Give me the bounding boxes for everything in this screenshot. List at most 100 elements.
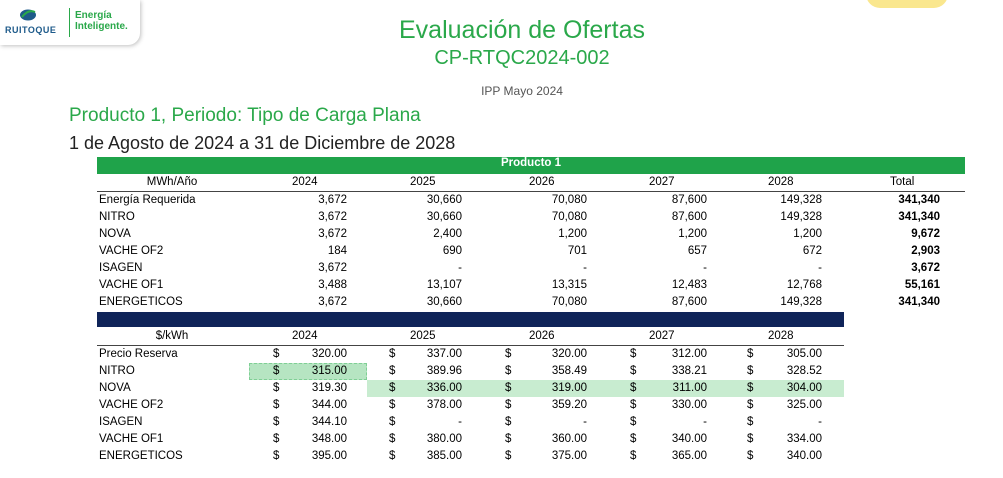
price-value: 330.00 xyxy=(671,399,707,411)
section-divider-bar xyxy=(97,312,844,327)
energy-row: ENERGETICOS 3,672 30,660 70,080 87,600 1… xyxy=(97,294,965,311)
price-year-header: 2024 xyxy=(292,330,318,342)
price-row: ENERGETICOS $ 395.00 $ 385.00 $ 375.00 $… xyxy=(97,448,844,465)
price-value: - xyxy=(703,416,707,428)
price-row: NOVA $ 319.30 $ 336.00 $ 319.00 $ 311.00… xyxy=(97,380,844,397)
energy-value: 701 xyxy=(567,245,587,257)
currency-symbol: $ xyxy=(630,365,637,377)
energy-value: 30,660 xyxy=(426,296,462,308)
row-label: ISAGEN xyxy=(99,262,143,274)
energy-value: 70,080 xyxy=(551,194,587,206)
price-year-header: 2026 xyxy=(529,330,555,342)
energy-total: 341,340 xyxy=(898,194,940,206)
currency-symbol: $ xyxy=(273,365,280,377)
currency-symbol: $ xyxy=(505,399,512,411)
energy-total-header: Total xyxy=(890,176,915,188)
currency-symbol: $ xyxy=(747,399,754,411)
currency-symbol: $ xyxy=(747,365,754,377)
currency-symbol: $ xyxy=(630,433,637,445)
currency-symbol: $ xyxy=(505,382,512,394)
currency-symbol: $ xyxy=(505,450,512,462)
price-value: 340.00 xyxy=(671,433,707,445)
energy-value: 30,660 xyxy=(426,211,462,223)
price-year-header: 2025 xyxy=(410,330,436,342)
energy-value: 70,080 xyxy=(551,296,587,308)
energy-value: 3,672 xyxy=(318,194,347,206)
row-label: NITRO xyxy=(99,365,135,377)
row-label: NOVA xyxy=(99,228,131,240)
price-row: NITRO $ 315.00 $ 389.96 $ 358.49 $ 338.2… xyxy=(97,363,844,380)
energy-unit-header: MWh/Año xyxy=(146,176,198,188)
price-row: VACHE OF2 $ 344.00 $ 378.00 $ 359.20 $ 3… xyxy=(97,397,844,414)
energy-value: 3,672 xyxy=(318,296,347,308)
energy-value: 70,080 xyxy=(551,211,587,223)
price-value: 328.52 xyxy=(786,365,822,377)
energy-value: - xyxy=(703,262,707,274)
currency-symbol: $ xyxy=(389,416,396,428)
energy-value: 3,672 xyxy=(318,211,347,223)
price-value: 312.00 xyxy=(671,348,707,360)
currency-symbol: $ xyxy=(747,433,754,445)
currency-symbol: $ xyxy=(505,348,512,360)
energy-table: Producto 1 MWh/Año 2024 2025 2026 2027 2… xyxy=(97,157,965,311)
row-label: VACHE OF1 xyxy=(99,279,164,291)
row-label: VACHE OF1 xyxy=(99,433,164,445)
price-table: $/kWh 2024 2025 2026 2027 2028 Precio Re… xyxy=(97,328,844,465)
energy-year-header: 2025 xyxy=(410,176,436,188)
price-value: 340.00 xyxy=(786,450,822,462)
price-year-header: 2028 xyxy=(768,330,794,342)
price-value: 385.00 xyxy=(426,450,462,462)
energy-total: 341,340 xyxy=(898,211,940,223)
energy-value: 1,200 xyxy=(678,228,707,240)
currency-symbol: $ xyxy=(389,365,396,377)
row-label: ENERGETICOS xyxy=(99,296,183,308)
price-row: VACHE OF1 $ 348.00 $ 380.00 $ 360.00 $ 3… xyxy=(97,431,844,448)
price-value: 358.49 xyxy=(551,365,587,377)
date-range: 1 de Agosto de 2024 a 31 de Diciembre de… xyxy=(69,133,456,153)
energy-value: - xyxy=(583,262,587,274)
energy-row: ISAGEN 3,672 - - - - 3,672 xyxy=(97,260,965,277)
price-year-header: 2027 xyxy=(649,330,675,342)
price-value: 338.21 xyxy=(671,365,707,377)
energy-value: 12,768 xyxy=(786,279,822,291)
energy-value: 3,672 xyxy=(318,262,347,274)
energy-value: 690 xyxy=(442,245,462,257)
energy-value: 149,328 xyxy=(780,296,822,308)
energy-header-row: MWh/Año 2024 2025 2026 2027 2028 Total xyxy=(97,174,965,192)
price-value: 344.00 xyxy=(311,399,347,411)
currency-symbol: $ xyxy=(505,433,512,445)
price-value: 320.00 xyxy=(551,348,587,360)
row-label: VACHE OF2 xyxy=(99,245,164,257)
energy-year-header: 2028 xyxy=(768,176,794,188)
energy-row: VACHE OF2 184 690 701 657 672 2,903 xyxy=(97,243,965,260)
energy-value: 12,483 xyxy=(671,279,707,291)
ipp-label: IPP Mayo 2024 xyxy=(481,84,563,98)
page-title: Evaluación de Ofertas xyxy=(399,16,645,44)
energy-value: 1,200 xyxy=(793,228,822,240)
currency-symbol: $ xyxy=(505,416,512,428)
energy-total: 2,903 xyxy=(911,245,940,257)
process-code: CP-RTQC2024-002 xyxy=(434,47,610,69)
currency-symbol: $ xyxy=(389,433,396,445)
currency-symbol: $ xyxy=(389,382,396,394)
energy-value: 13,315 xyxy=(551,279,587,291)
price-value: 325.00 xyxy=(786,399,822,411)
price-value: 305.00 xyxy=(786,348,822,360)
energy-value: - xyxy=(818,262,822,274)
price-value: 389.96 xyxy=(426,365,462,377)
product-banner: Producto 1 xyxy=(97,157,965,174)
price-value: 320.00 xyxy=(311,348,347,360)
product-banner-label: Producto 1 xyxy=(500,157,562,169)
price-value: 315.00 xyxy=(311,365,347,377)
price-value: 380.00 xyxy=(426,433,462,445)
energy-value: 149,328 xyxy=(780,194,822,206)
energy-value: 672 xyxy=(802,245,822,257)
row-label: Energía Requerida xyxy=(99,194,196,206)
currency-symbol: $ xyxy=(389,450,396,462)
currency-symbol: $ xyxy=(505,365,512,377)
energy-value: 87,600 xyxy=(671,194,707,206)
price-row: ISAGEN $ 344.10 $ - $ - $ - $ - xyxy=(97,414,844,431)
energy-value: 87,600 xyxy=(671,211,707,223)
currency-symbol: $ xyxy=(273,399,280,411)
currency-symbol: $ xyxy=(389,348,396,360)
